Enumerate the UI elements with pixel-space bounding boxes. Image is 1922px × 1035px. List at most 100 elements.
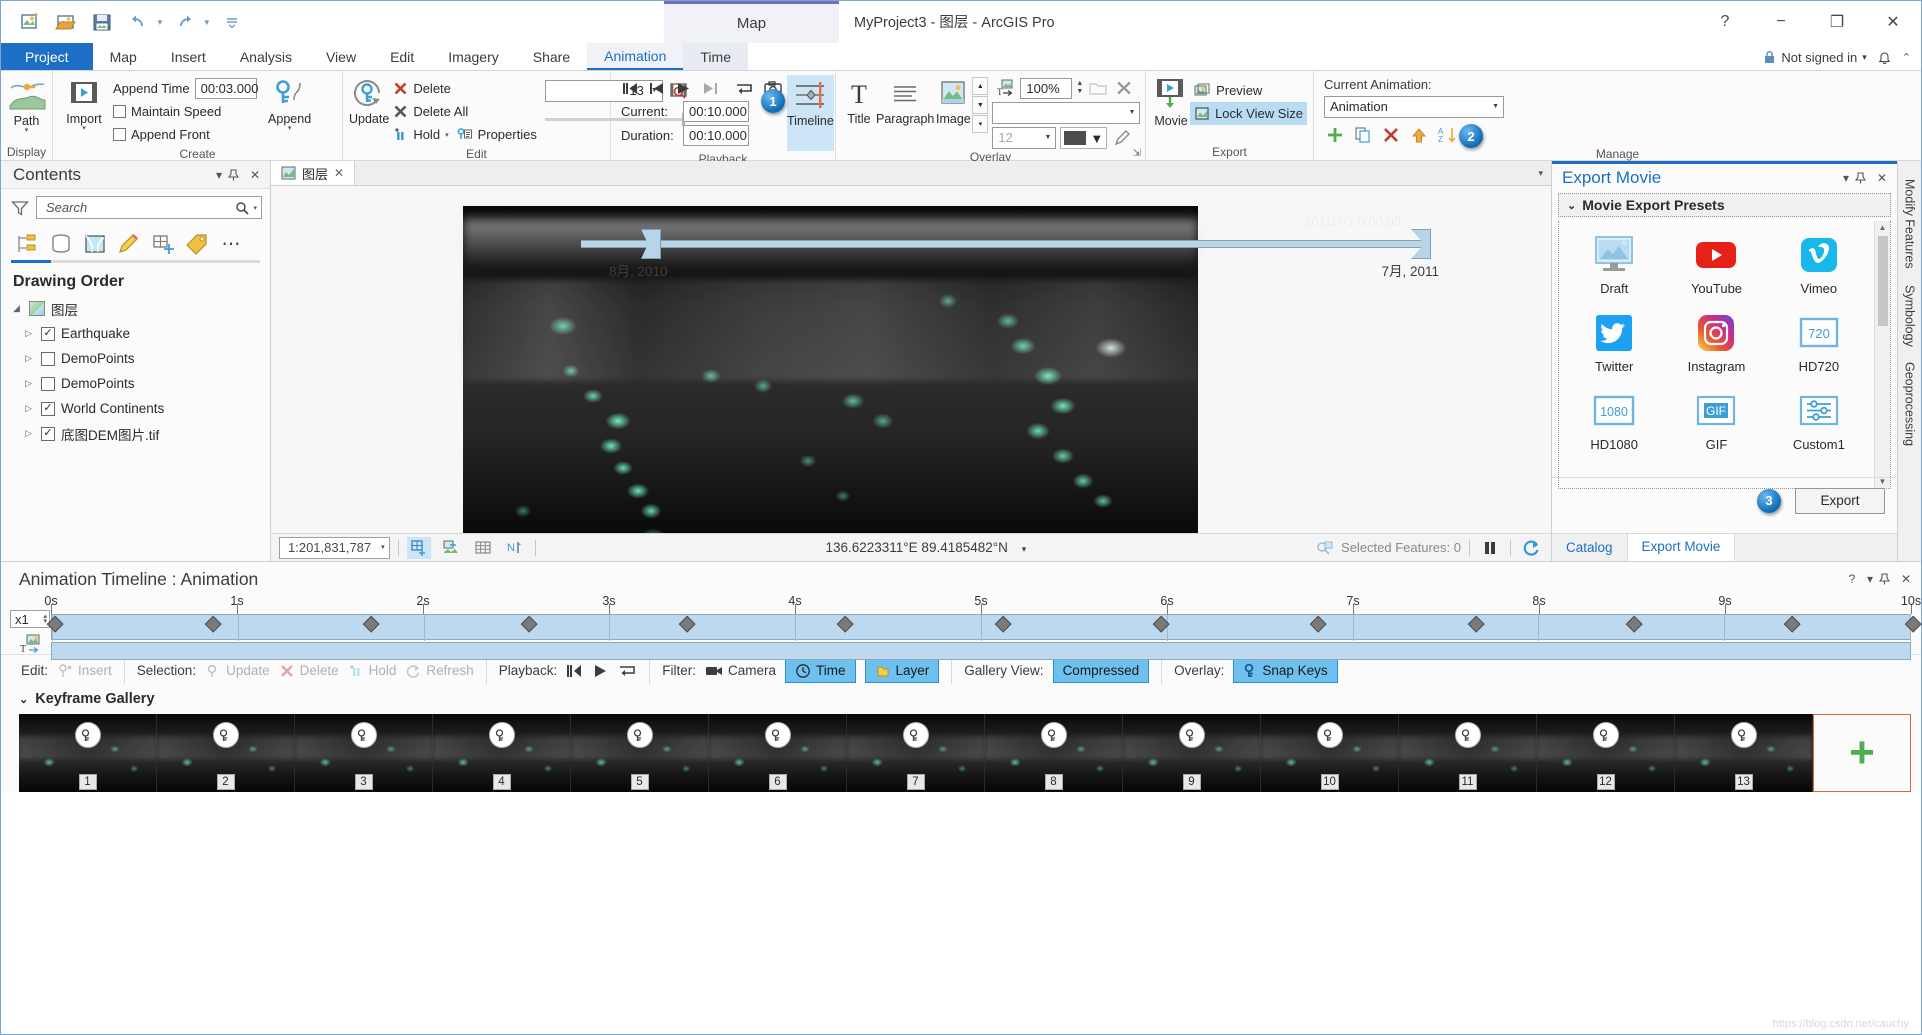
scroll-up-icon[interactable]: ▲ — [1879, 221, 1887, 234]
map-canvas[interactable]: 2011/7/1 0:00:00 8月, 2010 7月, 2011 — [271, 186, 1551, 533]
undo-icon[interactable] — [123, 7, 153, 37]
keyframe-marker[interactable] — [994, 616, 1011, 633]
overlay-pencil-icon[interactable] — [1111, 127, 1133, 149]
preview-button[interactable]: Preview — [1190, 79, 1307, 102]
keyframe-thumbnail[interactable]: 11 — [1399, 714, 1537, 792]
list-by-selection-icon[interactable] — [79, 229, 111, 259]
scrollbar-thumb[interactable] — [1878, 236, 1888, 326]
preset-draft[interactable]: Draft — [1563, 229, 1665, 307]
loop-icon[interactable] — [734, 80, 754, 96]
chevron-down-icon[interactable]: ▾ — [1862, 52, 1867, 63]
preset-vimeo[interactable]: Vimeo — [1768, 229, 1870, 307]
next-frame-icon[interactable] — [701, 81, 719, 96]
filter-icon[interactable] — [11, 200, 29, 216]
list-by-drawing-order-icon[interactable] — [11, 229, 43, 259]
keyframe-thumbnails[interactable]: 12345678910111213 — [19, 714, 1813, 792]
keyframe-thumbnail[interactable]: 13 — [1675, 714, 1813, 792]
keyframe-thumbnail[interactable]: 3 — [295, 714, 433, 792]
chevron-down-icon[interactable]: ▾ — [1022, 544, 1027, 554]
maximize-button[interactable]: ❐ — [1809, 1, 1865, 43]
keyframe-thumbnail[interactable]: 1 — [19, 714, 157, 792]
delete-keyframe-button[interactable]: Delete — [389, 77, 541, 100]
vtab-modify-features[interactable]: Modify Features — [1900, 171, 1920, 277]
gallery-compressed-toggle[interactable]: Compressed — [1053, 659, 1150, 683]
keyframe-marker[interactable] — [678, 616, 695, 633]
go-to-first-frame-icon[interactable] — [566, 664, 583, 678]
tab-view[interactable]: View — [309, 43, 373, 70]
undo-dropdown-icon[interactable]: ▼ — [156, 18, 164, 27]
keyframe-marker[interactable] — [836, 616, 853, 633]
keyframe-thumbnail[interactable]: 9 — [1123, 714, 1261, 792]
overlay-color-picker[interactable]: ▼ — [1060, 127, 1107, 149]
tab-animation[interactable]: Animation — [587, 43, 683, 70]
update-button[interactable]: Update — [349, 75, 389, 126]
contents-pin-icon[interactable] — [228, 169, 246, 181]
tab-project[interactable]: Project — [1, 43, 93, 70]
minimize-button[interactable]: − — [1753, 1, 1809, 43]
new-project-icon[interactable] — [15, 7, 45, 37]
search-dropdown-icon[interactable]: ▾ — [253, 204, 257, 212]
keyframe-marker[interactable] — [1310, 616, 1327, 633]
overlay-more-icon[interactable]: ▾ — [972, 115, 988, 133]
tab-edit[interactable]: Edit — [373, 43, 431, 70]
tab-time[interactable]: Time — [683, 43, 748, 70]
delete-animation-icon[interactable] — [1380, 124, 1402, 146]
preset-custom1[interactable]: Custom1 — [1768, 385, 1870, 463]
lock-view-size-button[interactable]: Lock View Size — [1190, 102, 1307, 125]
overlay-scroll-up-icon[interactable]: ▲ — [972, 77, 988, 95]
chevron-down-icon[interactable]: ▼ — [1044, 128, 1051, 148]
keyframe-marker[interactable] — [1626, 616, 1643, 633]
new-animation-icon[interactable] — [1324, 124, 1346, 146]
tab-imagery[interactable]: Imagery — [431, 43, 516, 70]
chevron-down-icon[interactable]: ▾ — [288, 126, 292, 131]
play-icon[interactable] — [675, 81, 692, 96]
chevron-down-icon[interactable]: ▼ — [1128, 103, 1135, 123]
preset-gif[interactable]: GIF GIF — [1665, 385, 1767, 463]
paragraph-overlay-button[interactable]: Paragraph — [876, 75, 934, 126]
expander-icon[interactable]: ▷ — [25, 353, 35, 364]
sign-in-status[interactable]: Not signed in ▾ — [1763, 50, 1866, 65]
go-to-first-frame-icon[interactable] — [621, 81, 639, 96]
filter-layer-toggle[interactable]: Layer — [865, 659, 940, 683]
overlay-scroll-down-icon[interactable]: ▼ — [972, 96, 988, 114]
append-front-checkbox[interactable] — [113, 128, 126, 141]
add-keyframe-button[interactable]: + — [1813, 714, 1911, 792]
add-grid-icon[interactable] — [407, 537, 431, 559]
keyframe-marker[interactable] — [363, 616, 380, 633]
hold-button[interactable]: Hold ▾ — [389, 123, 452, 146]
select-features-icon[interactable] — [439, 537, 463, 559]
keyframe-thumbnail[interactable]: 5 — [571, 714, 709, 792]
north-arrow-icon[interactable]: N — [503, 537, 527, 559]
overlay-dialog-launcher-icon[interactable]: ⇲ — [1133, 148, 1141, 159]
search-icon[interactable] — [235, 201, 249, 215]
chevron-down-icon[interactable]: ▼ — [1090, 131, 1103, 146]
sidebar-item-world-continents[interactable]: ▷ ✓ World Continents — [1, 396, 270, 421]
timeline-help-icon[interactable]: ? — [1843, 572, 1861, 586]
contents-menu-icon[interactable]: ▾ — [210, 168, 228, 182]
chevron-down-icon[interactable]: ⌄ — [1567, 199, 1576, 212]
import-button[interactable]: Import ▾ — [59, 75, 109, 131]
export-movie-pin-icon[interactable] — [1855, 172, 1873, 184]
open-project-icon[interactable] — [51, 7, 81, 37]
overlay-font-size-combo[interactable]: 12 ▼ — [992, 127, 1056, 149]
keyframe-thumbnail[interactable]: 8 — [985, 714, 1123, 792]
keyframe-marker[interactable] — [1468, 616, 1485, 633]
current-animation-combo[interactable]: Animation ▼ — [1324, 96, 1504, 118]
tab-export-movie[interactable]: Export Movie — [1628, 534, 1736, 561]
bell-icon[interactable] — [1877, 50, 1892, 65]
export-button[interactable]: Export — [1795, 488, 1885, 514]
chevron-down-icon[interactable]: ⌄ — [19, 693, 28, 706]
view-tab-图层[interactable]: 图层 ✕ — [271, 161, 355, 185]
expander-icon[interactable]: ▷ — [25, 378, 35, 389]
vtab-symbology[interactable]: Symbology — [1900, 277, 1920, 355]
overlay-delete-icon[interactable] — [1113, 77, 1135, 99]
overlay-zoom-input[interactable]: 100% — [1020, 78, 1072, 99]
search-input-field[interactable] — [44, 199, 235, 216]
preset-youtube[interactable]: YouTube — [1665, 229, 1767, 307]
overlay-zoom-spinner[interactable]: ▲▼ — [1076, 80, 1083, 96]
contents-close-icon[interactable]: ✕ — [246, 168, 264, 182]
keyframe-marker[interactable] — [1784, 616, 1801, 633]
delete-all-button[interactable]: Delete All — [389, 100, 541, 123]
move-up-icon[interactable] — [1408, 124, 1430, 146]
layer-visibility-checkbox[interactable]: ✓ — [41, 327, 55, 341]
